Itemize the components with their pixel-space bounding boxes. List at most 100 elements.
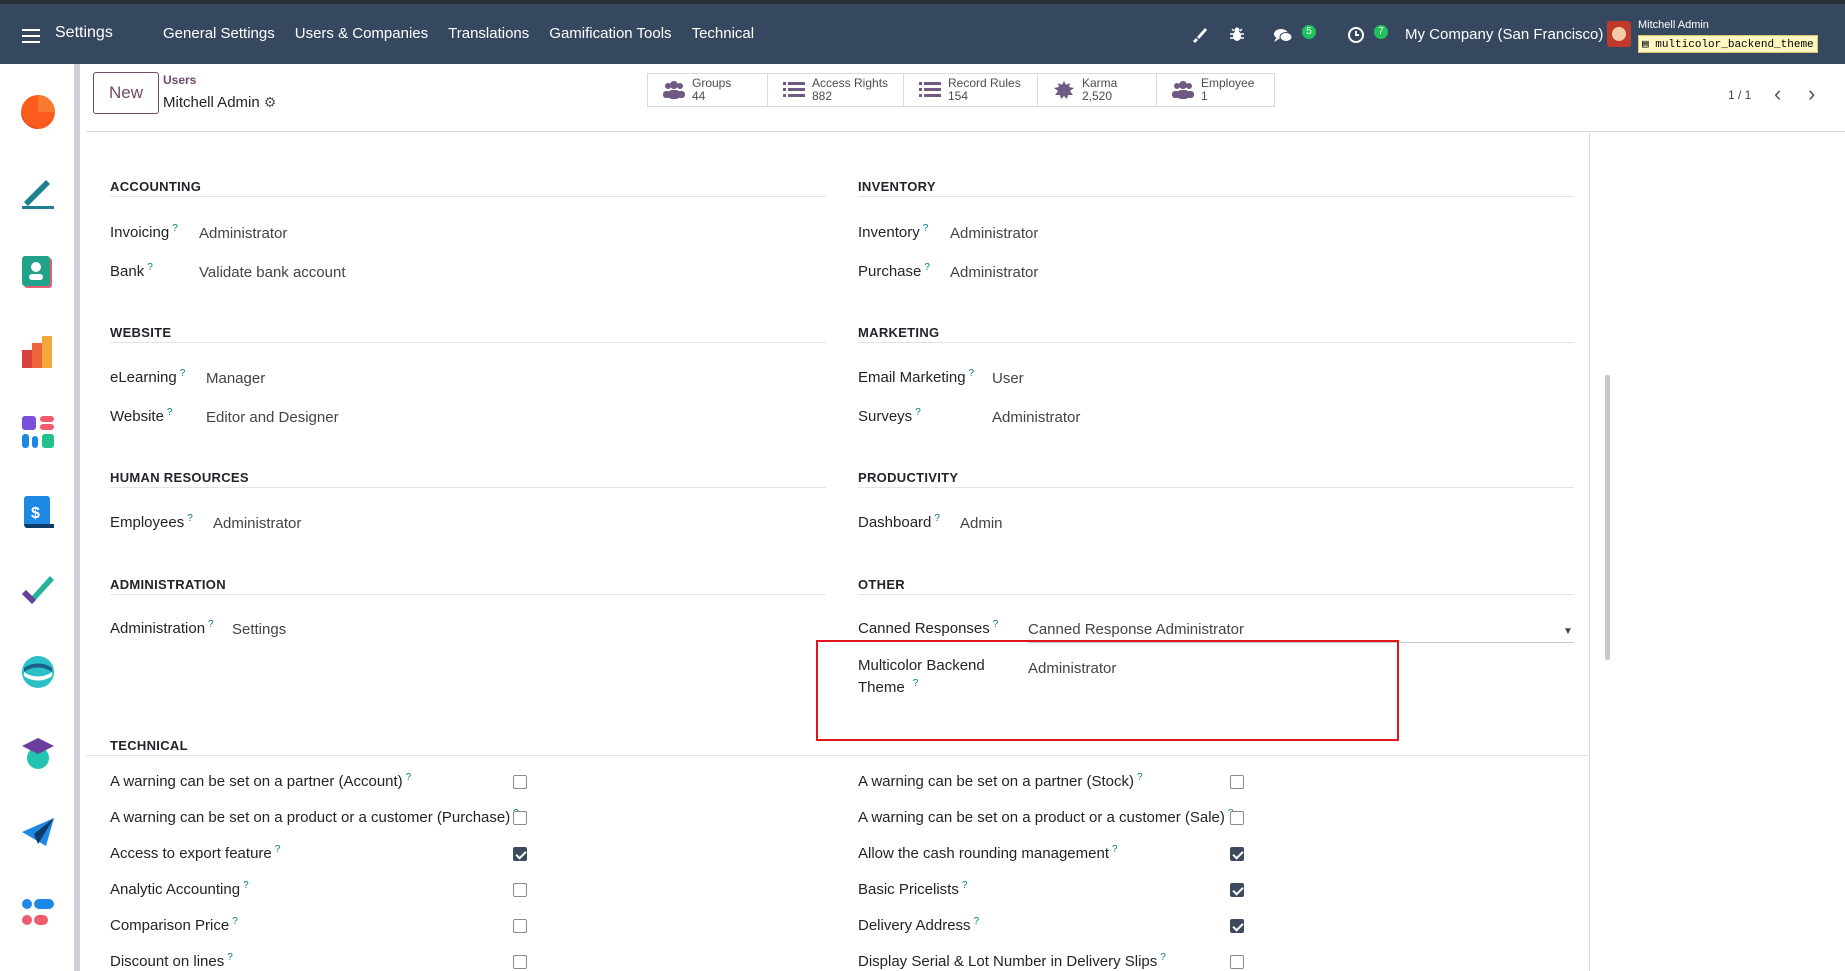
groups-smart-button[interactable]: Groups 44 — [648, 74, 768, 106]
messages-badge: 5 — [1302, 25, 1316, 39]
field-value-email-marketing[interactable]: User — [992, 370, 1024, 387]
help-tooltip-icon[interactable]: ? — [275, 844, 281, 855]
graduation-app-icon[interactable] — [20, 734, 56, 770]
help-tooltip-icon[interactable]: ? — [924, 262, 930, 273]
label-text: Discount on lines — [110, 953, 225, 970]
karma-smart-button[interactable]: Karma 2,520 — [1038, 74, 1157, 106]
tech-checkbox-comparison-price[interactable] — [513, 919, 527, 933]
section-divider — [858, 594, 1574, 595]
new-button[interactable]: New — [93, 72, 159, 114]
field-value-dashboard[interactable]: Admin — [960, 515, 1003, 532]
field-value-inventory[interactable]: Administrator — [950, 225, 1038, 242]
help-tooltip-icon[interactable]: ? — [406, 772, 412, 783]
help-tooltip-icon[interactable]: ? — [923, 223, 929, 234]
help-tooltip-icon[interactable]: ? — [1137, 772, 1143, 783]
field-value-website[interactable]: Editor and Designer — [206, 409, 339, 426]
employee-smart-button[interactable]: Employee 1 — [1157, 74, 1274, 106]
surveys-app-icon[interactable] — [20, 894, 56, 930]
sign-app-icon[interactable] — [20, 174, 56, 210]
tech-checkbox-warning-partner-stock[interactable] — [1230, 775, 1244, 789]
elearning-app-icon[interactable] — [20, 654, 56, 690]
menu-general-settings[interactable]: General Settings — [163, 25, 275, 42]
help-tooltip-icon[interactable]: ? — [1160, 952, 1166, 963]
tech-checkbox-warning-product-sale[interactable] — [1230, 811, 1244, 825]
field-value-canned-responses[interactable]: Canned Response Administrator — [1028, 621, 1244, 638]
chevron-left-icon[interactable]: ‹ — [1774, 81, 1781, 107]
field-label-administration: Administration? — [110, 619, 214, 637]
clock-icon[interactable] — [1347, 26, 1365, 44]
help-tooltip-icon[interactable]: ? — [934, 513, 940, 524]
label-text: Email Marketing — [858, 369, 966, 386]
app-name[interactable]: Settings — [55, 24, 113, 42]
menu-technical[interactable]: Technical — [692, 25, 755, 42]
menu-gamification-tools[interactable]: Gamification Tools — [549, 25, 671, 42]
field-value-bank[interactable]: Validate bank account — [199, 264, 346, 281]
bug-icon[interactable] — [1228, 26, 1246, 44]
help-tooltip-icon[interactable]: ? — [993, 619, 999, 630]
help-tooltip-icon[interactable]: ? — [915, 407, 921, 418]
tech-checkbox-serial-lot-delivery[interactable] — [1230, 955, 1244, 969]
help-tooltip-icon[interactable]: ? — [243, 880, 249, 891]
expenses-app-icon[interactable]: $ — [20, 494, 56, 530]
access-rights-smart-button[interactable]: Access Rights 882 — [768, 74, 904, 106]
help-tooltip-icon[interactable]: ? — [227, 952, 233, 963]
field-value-administration[interactable]: Settings — [232, 621, 286, 638]
tech-checkbox-discount-on-lines[interactable] — [513, 955, 527, 969]
tech-checkbox-warning-partner-account[interactable] — [513, 775, 527, 789]
user-avatar[interactable] — [1607, 21, 1631, 47]
activities-badge: 7 — [1374, 25, 1388, 39]
field-value-purchase[interactable]: Administrator — [950, 264, 1038, 281]
section-divider — [858, 487, 1574, 488]
tech-label-export-feature: Access to export feature? — [110, 844, 280, 862]
section-accounting-title: ACCOUNTING — [110, 179, 202, 194]
user-name[interactable]: Mitchell Admin — [1638, 19, 1709, 31]
help-tooltip-icon[interactable]: ? — [187, 513, 193, 524]
help-tooltip-icon[interactable]: ? — [969, 368, 975, 379]
tech-label-basic-pricelists: Basic Pricelists? — [858, 880, 967, 898]
caret-down-icon[interactable]: ▼ — [1563, 626, 1573, 637]
tech-checkbox-analytic-accounting[interactable] — [513, 883, 527, 897]
chevron-right-icon[interactable]: › — [1808, 81, 1815, 107]
help-tooltip-icon[interactable]: ? — [1112, 844, 1118, 855]
tech-checkbox-cash-rounding[interactable] — [1230, 847, 1244, 861]
company-switcher[interactable]: My Company (San Francisco) — [1405, 26, 1603, 43]
field-value-elearning[interactable]: Manager — [206, 370, 265, 387]
label-text: A warning can be set on a product or a c… — [110, 809, 511, 826]
help-tooltip-icon[interactable]: ? — [974, 916, 980, 927]
email-marketing-app-icon[interactable] — [20, 814, 56, 850]
tech-label-analytic-accounting: Analytic Accounting? — [110, 880, 249, 898]
help-tooltip-icon[interactable]: ? — [147, 262, 153, 273]
stat-label: Employee — [1201, 76, 1255, 90]
pager-value[interactable]: 1 / 1 — [1728, 88, 1751, 102]
scrollbar[interactable] — [1605, 375, 1610, 660]
help-tooltip-icon[interactable]: ? — [962, 880, 968, 891]
chat-icon[interactable] — [1272, 26, 1294, 44]
breadcrumb-users[interactable]: Users — [163, 73, 196, 87]
menu-users-companies[interactable]: Users & Companies — [295, 25, 428, 42]
field-value-employees[interactable]: Administrator — [213, 515, 301, 532]
help-tooltip-icon[interactable]: ? — [180, 368, 186, 379]
dashboards-app-icon[interactable] — [20, 414, 56, 450]
tech-checkbox-basic-pricelists[interactable] — [1230, 883, 1244, 897]
project-app-icon[interactable] — [20, 574, 56, 610]
record-rules-smart-button[interactable]: Record Rules 154 — [904, 74, 1038, 106]
field-value-invoicing[interactable]: Administrator — [199, 225, 287, 242]
help-tooltip-icon[interactable]: ? — [172, 223, 178, 234]
help-tooltip-icon[interactable]: ? — [232, 916, 238, 927]
section-inventory-title: INVENTORY — [858, 179, 936, 194]
tech-checkbox-warning-product-purchase[interactable] — [513, 811, 527, 825]
field-value-surveys[interactable]: Administrator — [992, 409, 1080, 426]
tech-checkbox-delivery-address[interactable] — [1230, 919, 1244, 933]
contacts-app-icon[interactable] — [20, 254, 56, 290]
gear-icon[interactable]: ⚙ — [264, 94, 277, 111]
help-tooltip-icon[interactable]: ? — [167, 407, 173, 418]
reporting-app-icon[interactable] — [20, 334, 56, 370]
help-tooltip-icon[interactable]: ? — [208, 619, 214, 630]
brush-icon[interactable] — [1190, 26, 1208, 44]
tech-checkbox-export-feature[interactable] — [513, 847, 527, 861]
menu-translations[interactable]: Translations — [448, 25, 529, 42]
users-icon — [662, 80, 686, 100]
apps-menu-icon[interactable] — [22, 29, 40, 43]
discuss-app-icon[interactable] — [20, 94, 56, 130]
stat-value: 882 — [812, 89, 833, 103]
